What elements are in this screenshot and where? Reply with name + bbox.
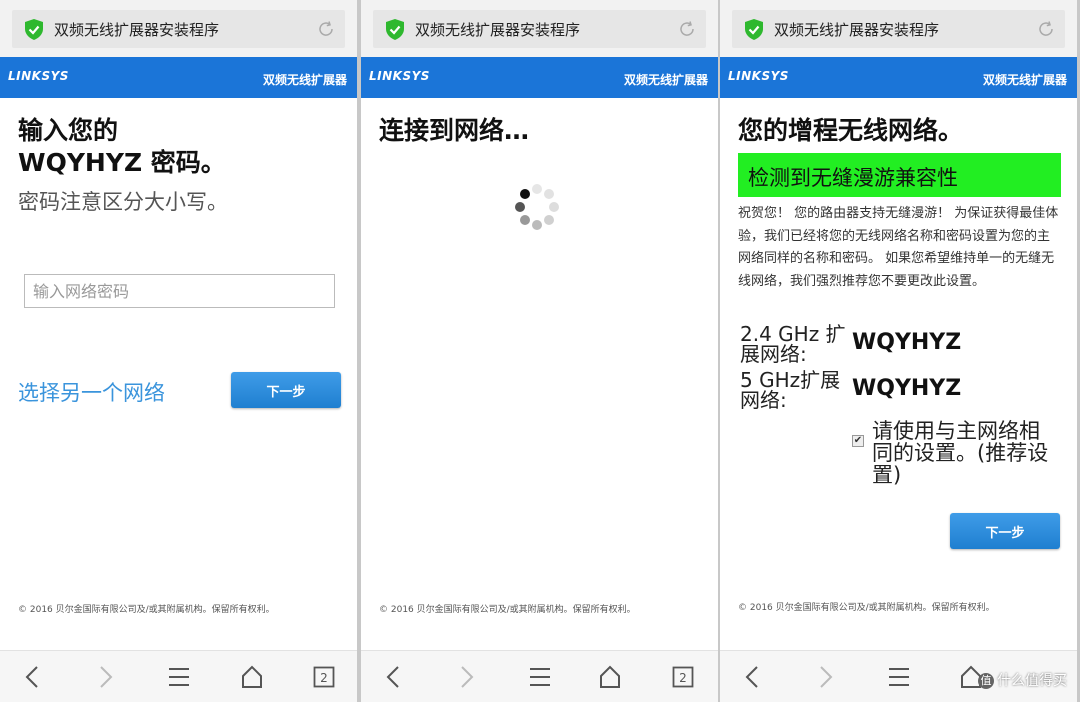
- congrats-paragraph: 祝贺您！ 您的路由器支持无缝漫游！ 为保证获得最佳体验，我们已经将您的无线网络名…: [738, 206, 1059, 289]
- tab-title: 双频无线扩展器安装程序: [415, 21, 581, 39]
- forward-icon[interactable]: [816, 665, 836, 689]
- page-heading-line1: 输入您的: [18, 116, 119, 145]
- choose-other-network-link[interactable]: 选择另一个网络: [18, 377, 165, 407]
- home-icon[interactable]: [241, 665, 263, 689]
- home-icon[interactable]: [599, 665, 621, 689]
- url-field[interactable]: 双频无线扩展器安装程序: [373, 10, 706, 48]
- reload-icon[interactable]: [317, 20, 335, 38]
- watermark-icon: 值: [978, 673, 994, 689]
- watermark-text: 什么值得买: [997, 673, 1067, 689]
- network-24ghz-value: WQYHYZ: [852, 330, 962, 355]
- browser-nav-bar: 值什么值得买: [720, 650, 1077, 702]
- menu-icon[interactable]: [888, 665, 910, 689]
- menu-icon[interactable]: [168, 665, 190, 689]
- shield-check-icon: [386, 19, 404, 40]
- banner-text: 检测到无缝漫游兼容性: [748, 166, 958, 190]
- tab-count: 2: [320, 671, 328, 685]
- copyright: © 2016 贝尔金国际有限公司及/或其附属机构。保留所有权利。: [738, 603, 995, 613]
- copyright: © 2016 贝尔金国际有限公司及/或其附属机构。保留所有权利。: [379, 605, 636, 615]
- back-icon[interactable]: [383, 665, 403, 689]
- setup-page-extended-network: 双频无线扩展器安装程序 LINKSYS 双频无线扩展器 您的增程无线网络。 检测…: [720, 0, 1077, 702]
- network-24ghz-label: 2.4 GHz 扩展网络:: [740, 322, 846, 366]
- browser-nav-bar: 2: [361, 650, 718, 702]
- forward-icon[interactable]: [96, 665, 116, 689]
- next-button[interactable]: 下一步: [231, 372, 341, 408]
- url-field[interactable]: 双频无线扩展器安装程序: [12, 10, 345, 48]
- menu-icon[interactable]: [529, 665, 551, 689]
- tabs-icon[interactable]: 2: [313, 665, 335, 689]
- shield-check-icon: [25, 19, 43, 40]
- page-heading-line2: WQYHYZ 密码。: [18, 148, 226, 177]
- page-heading: 您的增程无线网络。: [738, 116, 964, 145]
- same-settings-label: 请使用与主网络相同的设置。(推荐设置): [872, 419, 1049, 487]
- shield-check-icon: [745, 19, 763, 40]
- header-title: 双频无线扩展器: [623, 73, 708, 87]
- header-title: 双频无线扩展器: [982, 73, 1067, 87]
- same-settings-checkbox[interactable]: ✔: [852, 435, 864, 447]
- browser-address-bar: 双频无线扩展器安装程序: [720, 0, 1077, 57]
- back-icon[interactable]: [742, 665, 762, 689]
- loading-spinner-icon: [515, 184, 559, 230]
- watermark: 值什么值得买: [978, 670, 1067, 690]
- reload-icon[interactable]: [1037, 20, 1055, 38]
- setup-page-password: 双频无线扩展器安装程序 LINKSYS 双频无线扩展器 输入您的 WQYHYZ …: [0, 0, 357, 702]
- linksys-logo: LINKSYS: [369, 69, 430, 83]
- reload-icon[interactable]: [678, 20, 696, 38]
- network-5ghz-value: WQYHYZ: [852, 376, 962, 401]
- tab-title: 双频无线扩展器安装程序: [774, 21, 940, 39]
- tab-count: 2: [679, 671, 687, 685]
- linksys-header: LINKSYS 双频无线扩展器: [720, 57, 1077, 98]
- linksys-header: LINKSYS 双频无线扩展器: [361, 57, 718, 98]
- password-input[interactable]: [24, 274, 335, 308]
- network-5ghz-label: 5 GHz扩展网络:: [740, 368, 841, 412]
- linksys-logo: LINKSYS: [728, 69, 789, 83]
- copyright: © 2016 贝尔金国际有限公司及/或其附属机构。保留所有权利。: [18, 605, 275, 615]
- forward-icon[interactable]: [457, 665, 477, 689]
- case-sensitive-note: 密码注意区分大小写。: [18, 190, 228, 214]
- tab-title: 双频无线扩展器安装程序: [54, 21, 220, 39]
- tabs-icon[interactable]: 2: [672, 665, 694, 689]
- browser-address-bar: 双频无线扩展器安装程序: [0, 0, 357, 57]
- browser-address-bar: 双频无线扩展器安装程序: [361, 0, 718, 57]
- url-field[interactable]: 双频无线扩展器安装程序: [732, 10, 1065, 48]
- back-icon[interactable]: [22, 665, 42, 689]
- linksys-header: LINKSYS 双频无线扩展器: [0, 57, 357, 98]
- linksys-logo: LINKSYS: [8, 69, 69, 83]
- setup-page-connecting: 双频无线扩展器安装程序 LINKSYS 双频无线扩展器 连接到网络… © 201…: [361, 0, 718, 702]
- header-title: 双频无线扩展器: [262, 73, 347, 87]
- browser-nav-bar: 2: [0, 650, 357, 702]
- next-button[interactable]: 下一步: [950, 513, 1060, 549]
- seamless-roaming-banner: 检测到无缝漫游兼容性: [738, 153, 1061, 197]
- page-heading: 连接到网络…: [379, 116, 530, 145]
